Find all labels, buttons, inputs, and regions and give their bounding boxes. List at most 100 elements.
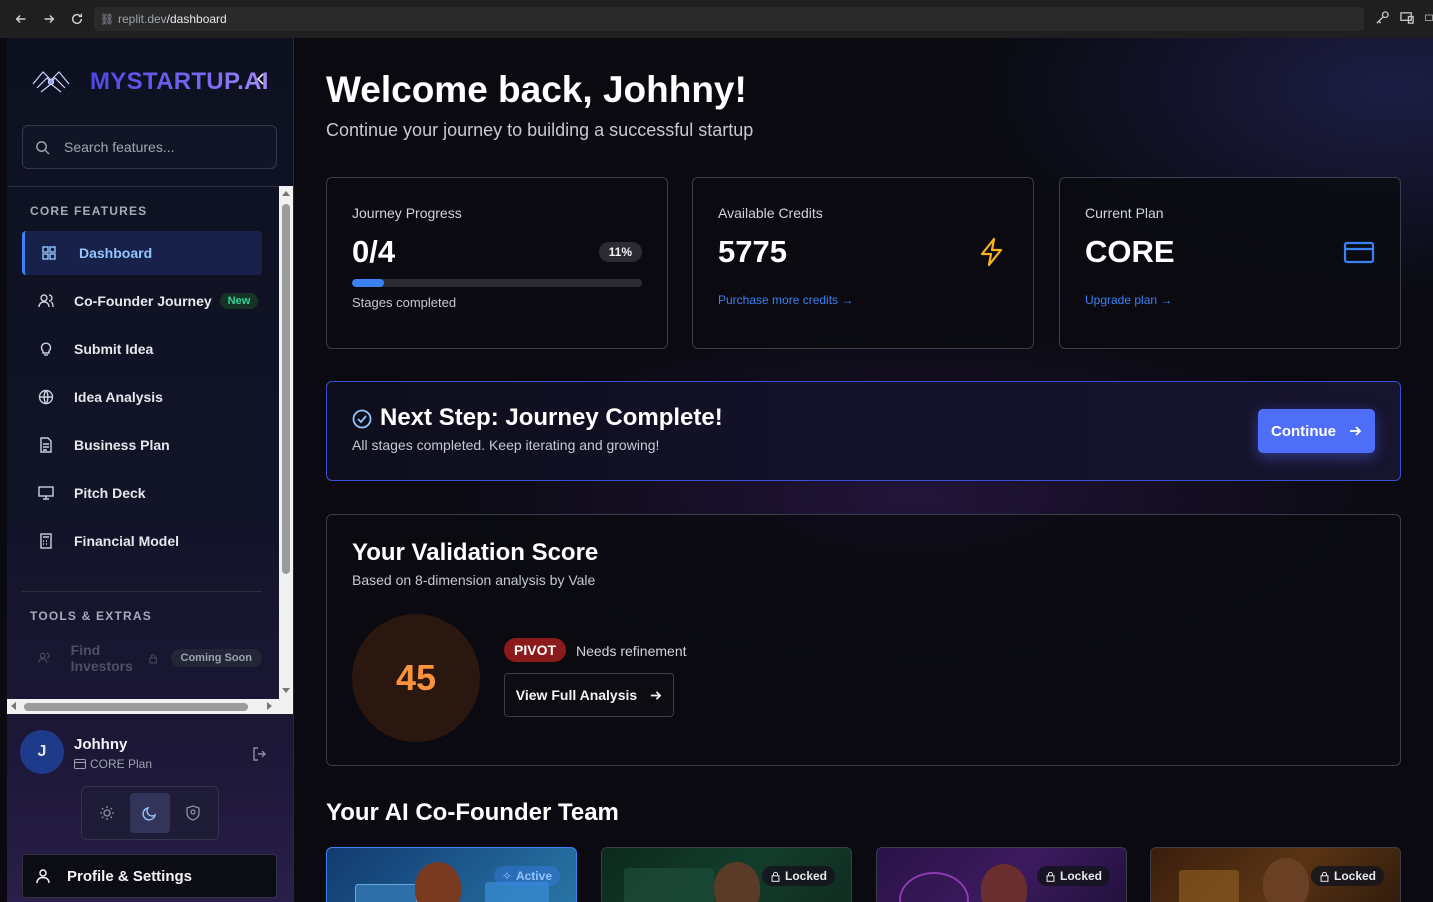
credits-value: 5775: [718, 234, 787, 269]
team-card[interactable]: Locked: [601, 847, 852, 902]
user-plan-label: CORE Plan: [90, 757, 153, 771]
profile-settings-button[interactable]: Profile & Settings: [22, 854, 277, 898]
scroll-right-icon[interactable]: [267, 702, 272, 710]
back-icon[interactable]: [10, 8, 32, 30]
scroll-up-icon[interactable]: [282, 191, 290, 196]
forward-icon[interactable]: [38, 8, 60, 30]
user-card: J Johhny CORE Plan: [20, 730, 280, 780]
brand[interactable]: MYSTARTUP.AI: [29, 64, 268, 98]
verdict-text: Needs refinement: [576, 643, 687, 659]
address-bar[interactable]: ⛓ replit.dev/dashboard: [94, 7, 1364, 31]
brand-logo-icon: [32, 71, 70, 93]
lightbulb-icon: [40, 342, 52, 356]
sidebar-item-label: Co-Founder Journey: [74, 293, 212, 309]
stat-footnote: Stages completed: [352, 295, 457, 310]
scroll-down-icon[interactable]: [282, 688, 290, 693]
team-card[interactable]: Locked: [876, 847, 1127, 902]
credit-card-icon: [74, 759, 86, 769]
upgrade-plan-link[interactable]: Upgrade plan →: [1085, 293, 1172, 307]
validation-score-card: Your Validation Score Based on 8-dimensi…: [326, 514, 1401, 766]
view-full-analysis-button[interactable]: View Full Analysis: [504, 673, 674, 717]
view-full-analysis-label: View Full Analysis: [515, 687, 638, 703]
window-icon[interactable]: [1425, 10, 1433, 25]
progress-percent-badge: 11%: [598, 242, 642, 262]
sidebar-item-co-founder-journey[interactable]: Co-Founder Journey New: [22, 279, 262, 323]
lock-icon: [1046, 871, 1055, 882]
scrollbar-thumb[interactable]: [24, 703, 248, 711]
next-step-banner: Next Step: Journey Complete! All stages …: [326, 381, 1401, 481]
progress-bar-fill: [352, 279, 384, 287]
locked-badge: Locked: [761, 866, 835, 886]
sidebar-item-submit-idea[interactable]: Submit Idea: [22, 327, 262, 371]
dark-theme-button[interactable]: [129, 793, 170, 833]
team-section-title: Your AI Co-Founder Team: [326, 799, 619, 826]
continue-label: Continue: [1271, 422, 1336, 440]
next-step-subtitle: All stages completed. Keep iterating and…: [352, 437, 660, 453]
stat-label: Current Plan: [1085, 205, 1164, 221]
sidebar-item-financial-model[interactable]: Financial Model: [22, 519, 262, 563]
validation-subtitle: Based on 8-dimension analysis by Vale: [352, 572, 596, 588]
key-icon[interactable]: [1375, 10, 1390, 25]
globe-icon: [38, 389, 54, 405]
sidebar-item-dashboard[interactable]: Dashboard: [22, 231, 262, 275]
cofounder-avatar: [415, 862, 461, 902]
validation-title: Your Validation Score: [352, 539, 599, 566]
sidebar-item-label: Financial Model: [74, 533, 180, 549]
profile-settings-label: Profile & Settings: [67, 867, 193, 885]
sidebar-item-pitch-deck[interactable]: Pitch Deck: [22, 471, 262, 515]
locked-badge: Locked: [1036, 866, 1110, 886]
sidebar-item-label: Idea Analysis: [74, 389, 163, 405]
avatar[interactable]: J: [20, 730, 64, 774]
lock-icon: [149, 653, 158, 663]
grid-icon: [42, 246, 56, 260]
section-divider: [22, 591, 262, 592]
vertical-scrollbar[interactable]: [279, 186, 293, 699]
search-icon: [36, 140, 50, 155]
orbit-illustration: [899, 872, 969, 902]
team-status: Active: [515, 869, 552, 883]
finance-illustration: [1179, 870, 1239, 902]
team-card[interactable]: ✧ Active: [326, 847, 577, 902]
active-badge: ✧ Active: [493, 866, 560, 886]
light-theme-button[interactable]: [87, 793, 127, 833]
team-status: Locked: [784, 869, 827, 883]
moon-icon: [142, 806, 157, 821]
system-theme-button[interactable]: [173, 793, 213, 833]
brand-name: MYSTARTUP.AI: [90, 68, 269, 95]
scrollbar-thumb[interactable]: [282, 204, 290, 574]
sidebar-item-idea-analysis[interactable]: Idea Analysis: [22, 375, 262, 419]
available-credits-card: Available Credits 5775 Purchase more cre…: [692, 177, 1034, 349]
team-status: Locked: [1059, 869, 1102, 883]
credit-card-icon: [1343, 241, 1375, 264]
purchase-credits-link[interactable]: Purchase more credits →: [718, 293, 853, 307]
journey-progress-value: 0/4: [352, 234, 396, 269]
horizontal-scrollbar[interactable]: [7, 699, 293, 714]
lock-icon: [1320, 871, 1329, 882]
reload-icon[interactable]: [66, 8, 88, 30]
calculator-icon: [40, 533, 52, 549]
devices-icon[interactable]: [1400, 10, 1415, 25]
team-card[interactable]: Locked: [1150, 847, 1401, 902]
user-name: Johhny: [74, 736, 128, 753]
cofounder-avatar: [1263, 858, 1309, 902]
logout-icon[interactable]: [252, 746, 268, 762]
presentation-icon: [38, 486, 54, 500]
main-content: Welcome back, Johhny! Continue your jour…: [294, 38, 1433, 902]
new-badge: New: [219, 293, 259, 309]
continue-button[interactable]: Continue: [1258, 409, 1375, 453]
scroll-left-icon[interactable]: [11, 702, 16, 710]
sidebar-item-label: Find Investors: [70, 642, 133, 674]
shield-icon: [185, 805, 200, 821]
search-input[interactable]: Search features...: [22, 125, 277, 169]
dashboard-illustration: [355, 884, 417, 902]
user-plan: CORE Plan: [74, 757, 152, 771]
users-icon: [38, 652, 50, 663]
tools-extras-label: TOOLS & EXTRAS: [30, 609, 152, 623]
page-subtitle: Continue your journey to building a succ…: [326, 120, 754, 140]
collapse-sidebar-icon[interactable]: [254, 72, 268, 86]
arrow-right-icon: [651, 690, 662, 700]
check-circle-icon: [352, 409, 372, 429]
sidebar-item-business-plan[interactable]: Business Plan: [22, 423, 262, 467]
cofounder-avatar: [981, 864, 1027, 902]
team-status: Locked: [1333, 869, 1376, 883]
